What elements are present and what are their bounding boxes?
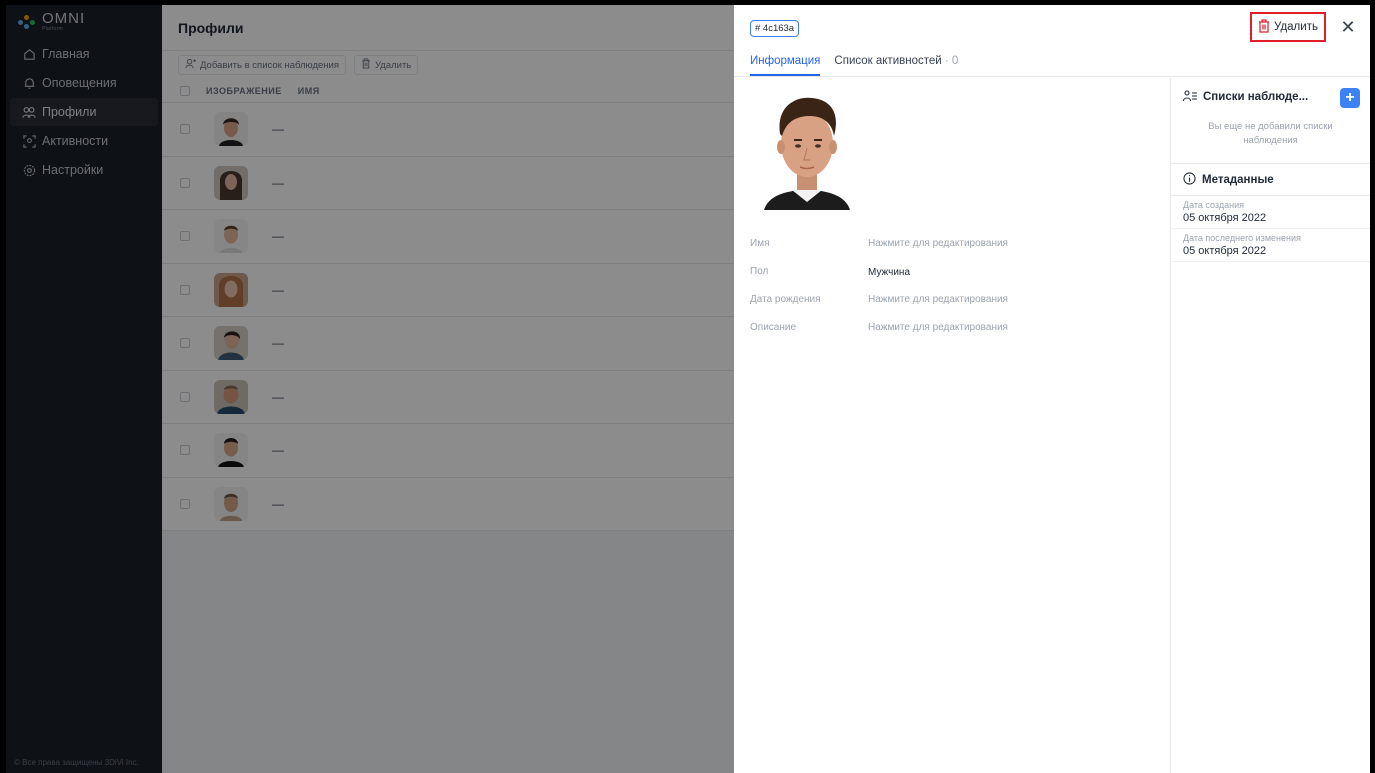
created-label: Дата создания	[1183, 200, 1244, 210]
watchlist-icon	[1182, 89, 1197, 105]
add-watchlist-button[interactable]: +	[1340, 88, 1360, 108]
row-checkbox[interactable]	[180, 231, 190, 242]
metadata-header: Метаданные	[1171, 164, 1370, 196]
avatar	[214, 379, 248, 414]
sidebar-item-label: Активности	[42, 134, 109, 148]
row-checkbox[interactable]	[180, 391, 190, 402]
table-row[interactable]: —	[162, 263, 734, 317]
sidebar-item-activities[interactable]: Активности	[10, 127, 158, 155]
copyright: © Все права защищены 3DiVi Inc.	[14, 758, 139, 767]
sidebar-item-label: Настройки	[42, 163, 104, 177]
created-value: 05 октября 2022	[1183, 212, 1267, 224]
sidebar-item-label: Профили	[42, 105, 97, 119]
field-label-name: Имя	[750, 238, 770, 249]
sidebar-item-settings[interactable]: Настройки	[10, 156, 158, 184]
logo-icon	[18, 15, 36, 29]
profile-id-badge[interactable]: # 4c163a	[750, 19, 800, 37]
profile-detail-panel: # 4c163a Удалить ✕ Информация Список акт…	[734, 5, 1370, 773]
row-checkbox[interactable]	[180, 338, 190, 349]
page-title: Профили	[162, 5, 734, 51]
table-header: ИЗОБРАЖЕНИЕ ИМЯ	[162, 79, 734, 103]
watchlists-title: Списки наблюде...	[1203, 91, 1309, 103]
profiles-icon	[22, 105, 36, 119]
avatar	[214, 112, 248, 147]
avatar	[214, 433, 248, 468]
app-window: OMNI Platform Главная Оповещения Профили	[6, 5, 1370, 773]
watchlists-header: Списки наблюде... +	[1171, 78, 1370, 116]
logo-text: OMNI	[42, 10, 86, 27]
avatar	[214, 326, 248, 361]
table-row[interactable]: —	[162, 424, 734, 478]
column-header-name: ИМЯ	[297, 85, 320, 96]
add-user-icon	[185, 58, 196, 72]
modified-label: Дата последнего изменения	[1183, 233, 1301, 243]
table-row[interactable]: —	[162, 103, 734, 157]
profile-info: Имя Нажмите для редактирования Пол Мужчи…	[734, 78, 1170, 773]
row-checkbox[interactable]	[180, 177, 190, 188]
logo[interactable]: OMNI Platform	[6, 5, 162, 39]
select-all-checkbox[interactable]	[180, 85, 190, 96]
table-row[interactable]: —	[162, 370, 734, 424]
table-row[interactable]: —	[162, 210, 734, 264]
info-icon	[1183, 171, 1196, 188]
tab-info[interactable]: Информация	[750, 51, 821, 76]
bell-icon	[22, 76, 36, 90]
profiles-list-area: Профили Добавить в список наблюдения Уда…	[162, 5, 734, 773]
close-icon[interactable]: ✕	[1340, 18, 1356, 36]
profile-photo[interactable]	[762, 92, 852, 210]
table-row[interactable]: —	[162, 156, 734, 210]
field-label-birthdate: Дата рождения	[750, 294, 821, 305]
avatar	[214, 486, 248, 521]
metadata-created: Дата создания 05 октября 2022	[1171, 196, 1370, 229]
sidebar-item-label: Оповещения	[42, 76, 117, 90]
sidebar-item-notifications[interactable]: Оповещения	[10, 69, 158, 97]
home-icon	[22, 47, 36, 61]
row-checkbox[interactable]	[180, 124, 190, 135]
modified-value: 05 октября 2022	[1183, 245, 1267, 257]
table-row[interactable]: —	[162, 317, 734, 371]
gear-icon	[22, 163, 36, 177]
activities-count: · 0	[944, 55, 959, 67]
metadata-title: Метаданные	[1202, 173, 1274, 186]
panel-tabs: Информация Список активностей · 0	[734, 51, 1370, 77]
row-checkbox[interactable]	[180, 498, 190, 509]
watchlists-empty-text: Вы еще не добавили списки наблюдения	[1171, 116, 1370, 164]
delete-label: Удалить	[1274, 21, 1318, 33]
trash-icon	[1258, 18, 1270, 36]
sidebar-item-home[interactable]: Главная	[10, 40, 158, 68]
add-to-watchlist-button[interactable]: Добавить в список наблюдения	[178, 55, 346, 75]
sidebar: OMNI Platform Главная Оповещения Профили	[6, 5, 162, 773]
profile-sidebar: Списки наблюде... + Вы еще не добавили с…	[1170, 78, 1370, 773]
activity-icon	[22, 134, 36, 148]
column-header-image: ИЗОБРАЖЕНИЕ	[206, 85, 282, 96]
avatar	[214, 272, 248, 307]
tab-activities[interactable]: Список активностей · 0	[834, 51, 958, 76]
field-value-gender[interactable]: Мужчина	[868, 267, 910, 278]
field-label-description: Описание	[750, 322, 797, 333]
sidebar-item-label: Главная	[42, 47, 90, 61]
row-checkbox[interactable]	[180, 445, 190, 456]
avatar	[214, 219, 248, 254]
panel-header: # 4c163a Удалить ✕	[734, 5, 1370, 51]
delete-profile-button[interactable]: Удалить	[1250, 12, 1326, 42]
field-value-name[interactable]: Нажмите для редактирования	[868, 238, 1008, 249]
field-label-gender: Пол	[750, 266, 769, 277]
metadata-modified: Дата последнего изменения 05 октября 202…	[1171, 229, 1370, 262]
row-checkbox[interactable]	[180, 284, 190, 295]
sidebar-item-profiles[interactable]: Профили	[10, 98, 158, 126]
field-value-birthdate[interactable]: Нажмите для редактирования	[868, 294, 1008, 305]
trash-icon	[361, 58, 371, 72]
toolbar: Добавить в список наблюдения Удалить	[162, 51, 734, 79]
table-row[interactable]: —	[162, 477, 734, 531]
delete-selected-button[interactable]: Удалить	[353, 55, 419, 75]
field-value-description[interactable]: Нажмите для редактирования	[868, 322, 1008, 333]
avatar	[214, 165, 248, 200]
